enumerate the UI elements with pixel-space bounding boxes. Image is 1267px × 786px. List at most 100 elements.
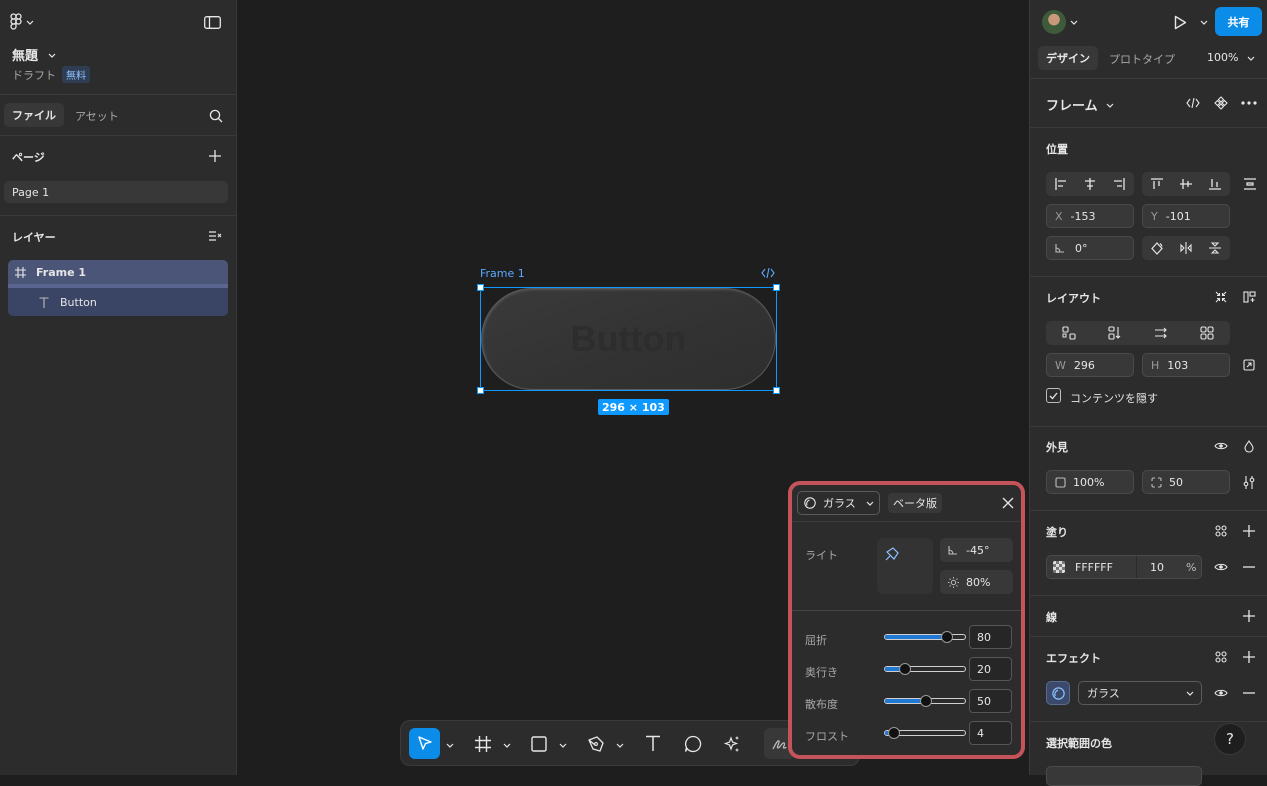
remove-effect-button[interactable] bbox=[1240, 684, 1258, 702]
effect-type-select[interactable]: ガラス bbox=[797, 491, 880, 515]
slider-value-field[interactable]: 80 bbox=[969, 625, 1012, 649]
frame-label[interactable]: Frame 1 bbox=[480, 267, 525, 280]
glass-slider[interactable] bbox=[884, 663, 966, 675]
fill-visibility-toggle[interactable] bbox=[1212, 558, 1230, 576]
zoom-dropdown[interactable]: 100% bbox=[1207, 51, 1255, 64]
flip-vertical-icon[interactable] bbox=[1209, 242, 1222, 254]
layers-options-button[interactable] bbox=[206, 227, 224, 245]
fill-color-field[interactable]: FFFFFF 10 % bbox=[1046, 555, 1202, 579]
effect-type-dropdown[interactable]: ガラス bbox=[1078, 681, 1202, 705]
blend-mode-button[interactable] bbox=[1240, 437, 1258, 455]
page-item[interactable]: Page 1 bbox=[4, 181, 228, 203]
frame-selection[interactable]: Button bbox=[480, 287, 777, 391]
layer-row-frame[interactable]: Frame 1 bbox=[8, 260, 228, 284]
comment-tool-button[interactable] bbox=[677, 728, 708, 759]
visibility-toggle[interactable] bbox=[1212, 437, 1230, 455]
shape-tool-button[interactable] bbox=[523, 728, 554, 759]
slider-knob[interactable] bbox=[920, 695, 932, 707]
slider-knob[interactable] bbox=[899, 663, 911, 675]
selection-color-row[interactable] bbox=[1046, 766, 1202, 786]
light-direction-pad[interactable] bbox=[877, 538, 933, 594]
tab-prototype[interactable]: プロトタイプ bbox=[1109, 51, 1175, 67]
add-stroke-button[interactable] bbox=[1240, 607, 1258, 625]
layout-horizontal-icon[interactable] bbox=[1154, 326, 1168, 340]
actions-ai-button[interactable] bbox=[716, 728, 747, 759]
chevron-down-icon[interactable] bbox=[1200, 18, 1208, 26]
glass-slider[interactable] bbox=[884, 727, 966, 739]
chevron-down-icon[interactable] bbox=[503, 741, 511, 749]
slider-value-field[interactable]: 4 bbox=[969, 721, 1012, 745]
layout-grid-icon[interactable] bbox=[1200, 326, 1214, 340]
width-field[interactable]: W 296 bbox=[1046, 353, 1134, 377]
chevron-down-icon[interactable] bbox=[616, 741, 624, 749]
align-top-icon[interactable] bbox=[1150, 178, 1163, 190]
slider-value-field[interactable]: 20 bbox=[969, 657, 1012, 681]
present-button[interactable] bbox=[1170, 12, 1190, 32]
light-angle-field[interactable]: -45° bbox=[940, 538, 1013, 562]
layer-row-button[interactable]: Button bbox=[8, 288, 228, 316]
slider-value-field[interactable]: 50 bbox=[969, 689, 1012, 713]
fill-styles-button[interactable] bbox=[1212, 522, 1230, 540]
component-button[interactable] bbox=[1212, 94, 1230, 112]
slider-knob[interactable] bbox=[888, 727, 900, 739]
add-fill-button[interactable] bbox=[1240, 522, 1258, 540]
opacity-field[interactable]: 100% bbox=[1046, 470, 1134, 494]
flip-horizontal-icon[interactable] bbox=[1180, 242, 1192, 254]
text-tool-button[interactable] bbox=[637, 728, 668, 759]
selection-type-dropdown[interactable]: フレーム bbox=[1046, 95, 1114, 114]
file-name-button[interactable]: 無題 bbox=[12, 45, 56, 64]
tab-file[interactable]: ファイル bbox=[4, 103, 64, 127]
chevron-down-icon[interactable] bbox=[446, 741, 454, 749]
resize-handle[interactable] bbox=[773, 284, 780, 291]
rotation-field[interactable]: 0° bbox=[1046, 236, 1134, 260]
remove-fill-button[interactable] bbox=[1240, 558, 1258, 576]
effect-visibility-toggle[interactable] bbox=[1212, 684, 1230, 702]
help-button[interactable]: ? bbox=[1214, 723, 1246, 755]
corner-radius-field[interactable]: 50 bbox=[1142, 470, 1230, 494]
glass-slider[interactable] bbox=[884, 695, 966, 707]
layout-freeform-icon[interactable] bbox=[1062, 326, 1076, 340]
avatar[interactable] bbox=[1042, 10, 1066, 34]
add-page-button[interactable] bbox=[206, 147, 224, 165]
close-popup-button[interactable] bbox=[1000, 495, 1016, 511]
glass-button[interactable]: Button bbox=[481, 288, 776, 390]
dev-mode-button[interactable] bbox=[759, 266, 777, 280]
collapse-layout-button[interactable] bbox=[1212, 289, 1230, 305]
layout-vertical-icon[interactable] bbox=[1108, 326, 1122, 340]
y-position-field[interactable]: Y -101 bbox=[1142, 204, 1230, 228]
align-center-h-icon[interactable] bbox=[1084, 178, 1096, 190]
rotate-icon[interactable] bbox=[1150, 241, 1163, 255]
share-button[interactable]: 共有 bbox=[1215, 7, 1262, 36]
distribute-button[interactable] bbox=[1242, 175, 1258, 193]
plan-badge[interactable]: 無料 bbox=[62, 66, 90, 83]
fill-swatch[interactable] bbox=[1053, 561, 1065, 573]
align-right-icon[interactable] bbox=[1113, 178, 1125, 190]
clip-content-checkbox[interactable] bbox=[1046, 388, 1061, 403]
dev-mode-button[interactable] bbox=[1184, 94, 1202, 112]
fill-opacity-value[interactable]: 10 bbox=[1150, 561, 1164, 574]
toggle-sidebar-button[interactable] bbox=[202, 13, 222, 31]
light-intensity-field[interactable]: 80% bbox=[940, 570, 1013, 594]
resize-handle[interactable] bbox=[773, 387, 780, 394]
tab-design[interactable]: デザイン bbox=[1038, 46, 1098, 70]
layout-guide-button[interactable] bbox=[1240, 289, 1258, 305]
search-button[interactable] bbox=[207, 107, 225, 125]
align-left-icon[interactable] bbox=[1055, 178, 1067, 190]
tab-assets[interactable]: アセット bbox=[75, 108, 119, 124]
effect-styles-button[interactable] bbox=[1212, 648, 1230, 666]
individual-corners-button[interactable] bbox=[1240, 473, 1258, 491]
add-effect-button[interactable] bbox=[1240, 648, 1258, 666]
slider-knob[interactable] bbox=[941, 631, 953, 643]
pen-tool-button[interactable] bbox=[580, 728, 611, 759]
frame-tool-button[interactable] bbox=[467, 728, 498, 759]
effect-settings-button[interactable] bbox=[1046, 681, 1070, 705]
align-bottom-icon[interactable] bbox=[1209, 178, 1222, 190]
x-position-field[interactable]: X -153 bbox=[1046, 204, 1134, 228]
chevron-down-icon[interactable] bbox=[559, 741, 567, 749]
height-field[interactable]: H 103 bbox=[1142, 353, 1230, 377]
chevron-down-icon[interactable] bbox=[1070, 18, 1078, 26]
resize-handle[interactable] bbox=[477, 284, 484, 291]
figma-menu-button[interactable] bbox=[10, 12, 44, 32]
resize-to-fit-button[interactable] bbox=[1240, 356, 1258, 374]
glass-slider[interactable] bbox=[884, 631, 966, 643]
